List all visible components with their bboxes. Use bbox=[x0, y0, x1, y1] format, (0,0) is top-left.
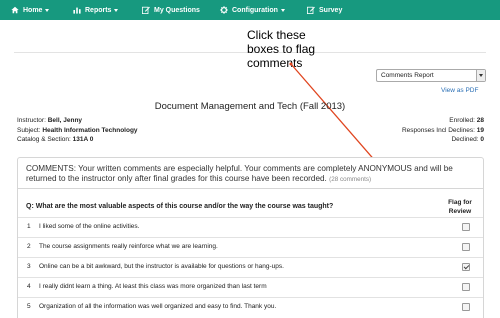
nav-reports-label: Reports bbox=[85, 6, 112, 14]
flag-checkbox[interactable] bbox=[462, 223, 470, 231]
comment-text: I really didnt learn a thing. At least t… bbox=[39, 283, 267, 290]
nav-reports[interactable]: Reports bbox=[73, 0, 119, 20]
survey-edit-icon bbox=[307, 6, 315, 14]
flag-checkbox[interactable] bbox=[462, 243, 470, 251]
comment-text: Online can be a bit awkward, but the ins… bbox=[39, 263, 284, 270]
catalog-value: 131A 0 bbox=[72, 136, 94, 143]
subject-label: Subject: bbox=[17, 126, 41, 134]
flag-checkbox[interactable] bbox=[462, 283, 470, 291]
comment-text: I liked some of the online activities. bbox=[39, 223, 140, 230]
report-type-value: Comments Report bbox=[381, 72, 434, 79]
enrolled-value: 28 bbox=[476, 117, 484, 124]
subject-value: Health Information Technology bbox=[42, 126, 138, 134]
comment-number: 1 bbox=[27, 223, 31, 230]
divider bbox=[18, 188, 483, 189]
home-icon bbox=[11, 6, 19, 14]
declined-value: 0 bbox=[480, 136, 484, 143]
nav-survey-label: Survey bbox=[319, 6, 343, 14]
comment-row: 1 I liked some of the online activities. bbox=[18, 217, 483, 237]
nav-my-questions[interactable]: My Questions bbox=[142, 0, 200, 20]
edit-icon bbox=[142, 6, 150, 14]
comment-text: The course assignments really reinforce … bbox=[39, 243, 218, 250]
catalog-label: Catalog & Section: bbox=[17, 136, 71, 143]
comment-number: 3 bbox=[27, 263, 31, 270]
nav-configuration[interactable]: Configuration bbox=[220, 0, 285, 20]
instructor-label: Instructor: bbox=[17, 117, 46, 124]
nav-survey[interactable]: Survey bbox=[307, 0, 342, 20]
nav-my-questions-label: My Questions bbox=[154, 6, 200, 14]
comment-number: 4 bbox=[27, 283, 31, 290]
comment-text: Organization of all the information was … bbox=[39, 303, 277, 310]
nav-home[interactable]: Home bbox=[11, 0, 50, 20]
declined-label: Declined: bbox=[451, 136, 479, 143]
report-type-select[interactable]: Comments Report bbox=[376, 69, 486, 82]
callout-annotation: Click these boxes to flag comments bbox=[247, 28, 315, 70]
comment-row: 5 Organization of all the information wa… bbox=[18, 297, 483, 317]
instructor-value: Bell, Jenny bbox=[47, 117, 83, 124]
comment-number: 5 bbox=[27, 303, 31, 310]
callout-line-2: boxes to flag bbox=[247, 42, 316, 56]
comment-row: 2 The course assignments really reinforc… bbox=[18, 237, 483, 257]
flag-checkbox-checked[interactable] bbox=[462, 263, 470, 271]
dropdown-arrow-icon[interactable] bbox=[476, 70, 485, 81]
chevron-down-icon bbox=[114, 8, 119, 12]
course-info-left: Instructor: Bell, Jenny Subject: Health … bbox=[17, 116, 138, 145]
question-text: Q: What are the most valuable aspects of… bbox=[26, 203, 334, 210]
comments-note: COMMENTS: Your written comments are espe… bbox=[26, 164, 478, 185]
callout-line-1: Click these bbox=[247, 28, 306, 42]
nav-configuration-label: Configuration bbox=[232, 6, 278, 14]
top-navbar: Home Reports My Questions Configuration … bbox=[0, 0, 500, 20]
responses-label: Responses Incl Declines: bbox=[401, 126, 475, 134]
comment-row: 4 I really didnt learn a thing. At least… bbox=[18, 277, 483, 297]
comment-row: 3 Online can be a bit awkward, but the i… bbox=[18, 257, 483, 277]
flag-header-line-2: Review bbox=[448, 208, 472, 215]
enrolled-label: Enrolled: bbox=[449, 117, 475, 124]
chevron-down-icon bbox=[280, 8, 285, 12]
flag-checkbox[interactable] bbox=[462, 303, 470, 311]
flag-for-review-header: Flag for Review bbox=[442, 198, 478, 216]
course-title: Document Management and Tech (Fall 2013) bbox=[154, 101, 346, 112]
comments-note-line-1: COMMENTS: Your written comments are espe… bbox=[26, 164, 453, 173]
chevron-down-icon bbox=[45, 8, 50, 12]
comment-number: 2 bbox=[27, 243, 31, 250]
flag-header-line-1: Flag for bbox=[448, 199, 472, 206]
bar-chart-icon bbox=[73, 7, 81, 14]
view-as-pdf-link[interactable]: View as PDF bbox=[441, 87, 478, 94]
responses-value: 19 bbox=[476, 126, 484, 134]
course-info-right: Enrolled: 28 Responses Incl Declines: 19… bbox=[402, 116, 484, 145]
comments-note-line-2: returned to the instructor only after fi… bbox=[26, 174, 327, 183]
gear-icon bbox=[220, 6, 228, 14]
nav-home-label: Home bbox=[23, 6, 43, 14]
callout-line-3: comments bbox=[247, 56, 303, 70]
comment-count: (28 comments) bbox=[329, 176, 372, 183]
comments-panel: COMMENTS: Your written comments are espe… bbox=[17, 157, 484, 318]
